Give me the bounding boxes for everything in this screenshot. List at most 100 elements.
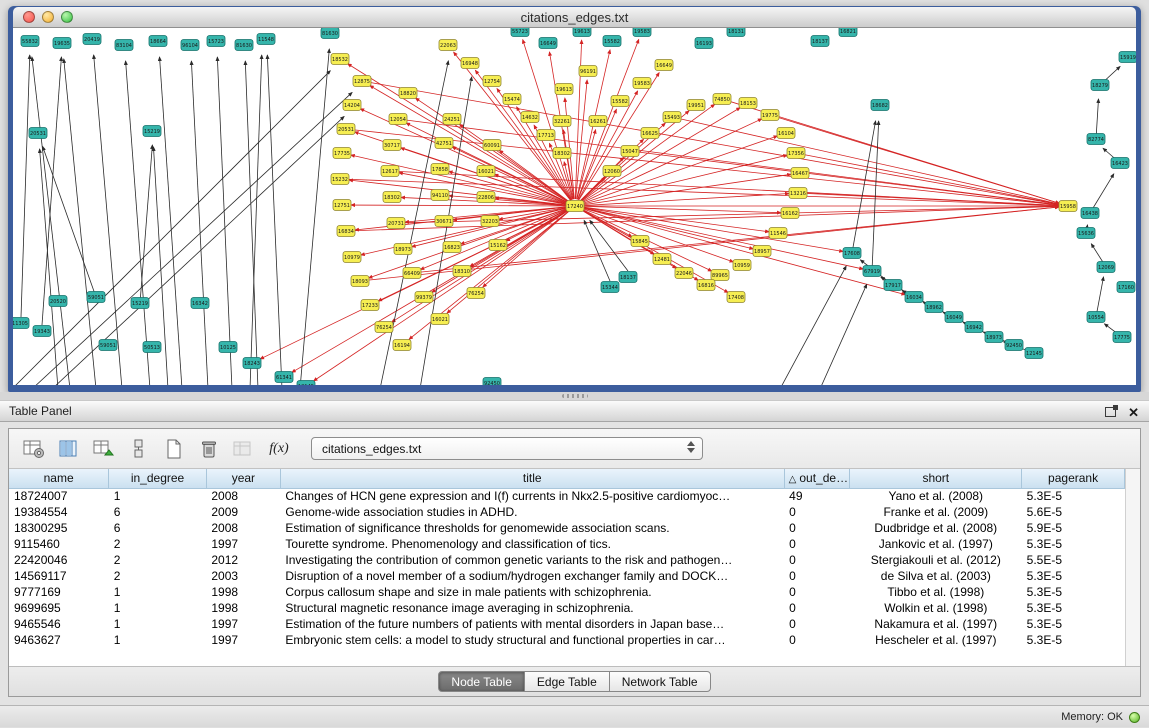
graph-node[interactable]: 16021 [477, 166, 495, 177]
graph-node[interactable]: 32203 [481, 216, 499, 227]
graph-node[interactable]: 17775 [1113, 332, 1131, 343]
graph-node[interactable]: 11546 [769, 228, 787, 239]
graph-edge[interactable] [582, 206, 781, 212]
table-row[interactable]: 1830029562008Estimation of significance … [9, 520, 1125, 536]
column-visibility-icon[interactable] [56, 436, 82, 462]
graph-node[interactable]: 16625 [641, 128, 659, 139]
graph-node[interactable]: 92450 [483, 378, 501, 386]
graph-node[interactable]: 83104 [115, 40, 133, 51]
graph-node[interactable]: 76254 [467, 288, 485, 299]
graph-edge[interactable] [803, 154, 1059, 204]
graph-node[interactable]: 19583 [633, 28, 651, 37]
column-header-title[interactable]: title [280, 469, 784, 488]
graph-node[interactable]: 59051 [87, 292, 105, 303]
import-table-icon[interactable] [91, 436, 117, 462]
table-row[interactable]: 1872400712008Changes of HCN gene express… [9, 488, 1125, 504]
graph-node[interactable]: 92450 [1005, 340, 1023, 351]
graph-node[interactable]: 30717 [383, 140, 401, 151]
graph-edge[interactable] [94, 55, 122, 385]
graph-node[interactable]: 18137 [811, 36, 829, 47]
graph-node[interactable]: 18310 [453, 266, 471, 277]
graph-node[interactable]: 16816 [697, 280, 715, 291]
graph-node[interactable]: 66409 [403, 268, 421, 279]
graph-node[interactable]: 16948 [461, 58, 479, 69]
graph-node[interactable]: 17713 [537, 130, 555, 141]
graph-node[interactable]: 17160 [1117, 282, 1135, 293]
graph-node[interactable]: 16194 [393, 340, 411, 351]
graph-node[interactable]: 18243 [243, 358, 261, 369]
graph-edge[interactable] [267, 55, 282, 385]
graph-node[interactable]: 16162 [781, 208, 799, 219]
graph-node[interactable]: 18973 [394, 244, 412, 255]
graph-node[interactable]: 81630 [235, 40, 253, 51]
table-row[interactable]: 1938455462009Genome-wide association stu… [9, 504, 1125, 520]
graph-node[interactable]: 12054 [389, 114, 407, 125]
table-row[interactable]: 946362711997Embryonic stem cells: a mode… [9, 632, 1125, 648]
graph-edge[interactable] [351, 205, 568, 206]
graph-edge[interactable] [191, 61, 208, 385]
graph-edge[interactable] [260, 209, 569, 359]
tab-network-table[interactable]: Network Table [609, 671, 711, 692]
graph-node[interactable]: 12875 [353, 76, 371, 87]
graph-edge[interactable] [300, 49, 329, 385]
graph-node[interactable]: 19635 [53, 38, 71, 49]
graph-edge[interactable] [292, 210, 569, 373]
graph-node[interactable]: 55723 [511, 28, 529, 37]
graph-node[interactable]: 18131 [727, 28, 745, 37]
graph-node[interactable]: 17608 [843, 248, 861, 259]
graph-node[interactable]: 18153 [739, 98, 757, 109]
graph-node[interactable]: 17356 [787, 148, 805, 159]
graph-node[interactable]: 10959 [733, 260, 751, 271]
graph-node[interactable]: 16649 [655, 60, 673, 71]
graph-node[interactable]: 24251 [443, 114, 461, 125]
graph-node[interactable]: 82774 [1087, 134, 1105, 145]
graph-node[interactable]: 16649 [539, 38, 557, 49]
graph-node[interactable]: 74850 [713, 94, 731, 105]
close-window-icon[interactable] [23, 11, 35, 23]
zoom-window-icon[interactable] [61, 11, 73, 23]
graph-node[interactable]: 12617 [381, 166, 399, 177]
graph-node[interactable]: 17917 [884, 280, 902, 291]
graph-node[interactable]: 18302 [383, 192, 401, 203]
graph-edge[interactable] [217, 57, 232, 385]
graph-node[interactable]: 18279 [1091, 80, 1109, 91]
graph-node[interactable]: 15219 [131, 298, 149, 309]
function-builder-icon[interactable]: f(x) [266, 436, 292, 462]
graph-node[interactable]: 10125 [219, 342, 237, 353]
graph-node[interactable]: 12481 [653, 254, 671, 265]
graph-node[interactable]: 96104 [181, 40, 199, 51]
graph-edge[interactable] [582, 207, 843, 251]
graph-node[interactable]: 18093 [351, 276, 369, 287]
graph-node[interactable]: 89965 [711, 270, 729, 281]
graph-node[interactable]: 18137 [619, 272, 637, 283]
graph-edge[interactable] [1096, 99, 1099, 139]
merge-tables-icon[interactable] [126, 436, 152, 462]
float-panel-icon[interactable] [1105, 407, 1116, 417]
graph-node[interactable]: 16423 [1111, 158, 1129, 169]
graph-node[interactable]: 94110 [431, 190, 449, 201]
graph-node[interactable]: 19775 [761, 110, 779, 121]
graph-edge[interactable] [582, 208, 753, 249]
graph-node[interactable]: 12069 [1097, 262, 1115, 273]
graph-node[interactable]: 15958 [1059, 201, 1077, 212]
graph-node[interactable]: 16104 [777, 128, 795, 139]
graph-node[interactable]: 15344 [601, 282, 619, 293]
graph-edge[interactable] [21, 55, 30, 317]
graph-node[interactable]: 22046 [675, 268, 693, 279]
graph-node[interactable]: 16821 [839, 28, 857, 37]
graph-node[interactable]: 15474 [503, 94, 521, 105]
graph-node[interactable]: 15219 [143, 126, 161, 137]
graph-node[interactable]: 96191 [579, 66, 597, 77]
graph-node[interactable]: 15493 [663, 112, 681, 123]
column-header-outde[interactable]: △out_de… [784, 469, 850, 488]
network-canvas[interactable]: 1724018532128751420420531177351523212751… [13, 28, 1136, 385]
graph-node[interactable]: 22806 [477, 192, 495, 203]
graph-node[interactable]: 15047 [621, 146, 639, 157]
window-titlebar[interactable]: citations_edges.txt [13, 7, 1136, 28]
graph-node[interactable]: 12751 [333, 200, 351, 211]
graph-node[interactable]: 17240 [566, 201, 584, 212]
graph-node[interactable]: 55832 [21, 36, 39, 47]
column-header-name[interactable]: name [9, 469, 109, 488]
table-row[interactable]: 977716911998Corpus callosum shape and si… [9, 584, 1125, 600]
graph-node[interactable]: 15919 [1119, 52, 1136, 63]
